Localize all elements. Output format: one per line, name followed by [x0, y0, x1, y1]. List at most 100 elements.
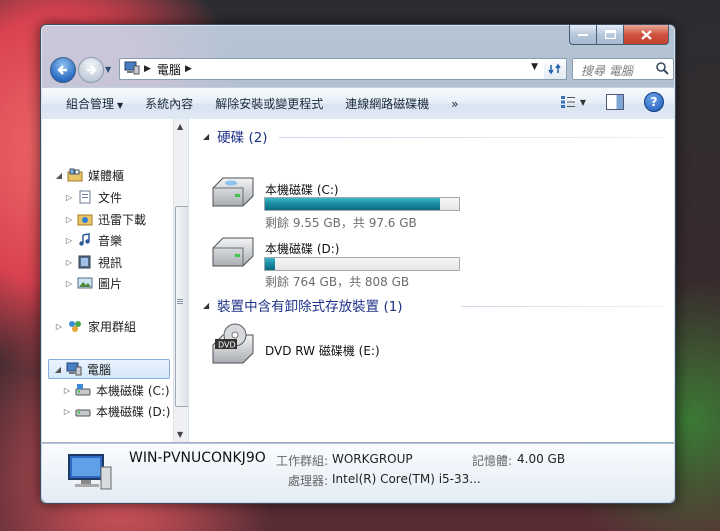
- nav-item-pictures[interactable]: ▷ 圖片: [64, 274, 122, 292]
- drive-c-free-space: 剩餘 9.55 GB，共 97.6 GB: [265, 216, 417, 230]
- minimize-icon: [578, 33, 588, 36]
- breadcrumb-chevron-icon[interactable]: ▶: [144, 64, 151, 74]
- group-header-removable[interactable]: ◢ 裝置中含有卸除式存放裝置 (1): [203, 296, 403, 315]
- maximize-button[interactable]: [597, 25, 624, 45]
- view-options-dropdown[interactable]: ▼: [580, 98, 586, 107]
- organize-label: 組合管理: [66, 97, 115, 111]
- download-folder-icon: [77, 212, 93, 226]
- search-input[interactable]: 搜尋 電腦: [572, 58, 674, 80]
- nav-label: 迅雷下載: [98, 212, 147, 227]
- forward-arrow-icon: [87, 65, 97, 75]
- collapsed-icon[interactable]: ▷: [64, 258, 74, 267]
- homegroup-icon: [67, 319, 83, 333]
- organize-button[interactable]: 組合管理 ▼: [42, 95, 134, 112]
- navigation-pane: ◢ 媒體櫃 ▷ 文件 ▷ 迅雷下載 ▷ 音樂 ▷ 視訊 ▷ 圖片 ▷ 家用群組 …: [42, 119, 189, 442]
- back-button[interactable]: [50, 57, 76, 83]
- nav-item-music[interactable]: ▷ 音樂: [64, 231, 122, 249]
- search-icon[interactable]: [655, 61, 669, 78]
- collapsed-icon[interactable]: ▷: [64, 279, 74, 288]
- pictures-icon: [77, 276, 93, 290]
- computer-icon: [66, 362, 82, 376]
- toolbar-right: ▼ ?: [560, 92, 664, 112]
- more-commands-button[interactable]: »: [440, 97, 469, 111]
- hard-drive-icon: [75, 404, 91, 418]
- collapsed-icon[interactable]: ▷: [54, 322, 64, 331]
- address-history-dropdown[interactable]: ▼: [531, 62, 538, 72]
- scrollbar-thumb[interactable]: [175, 206, 188, 407]
- back-arrow-icon: [57, 65, 67, 75]
- address-bar[interactable]: ▶ 電腦 ▶ ▼: [119, 58, 545, 80]
- collapsed-icon[interactable]: ▷: [64, 215, 74, 224]
- search-placeholder: 搜尋 電腦: [581, 64, 633, 78]
- nav-item-video[interactable]: ▷ 視訊: [64, 253, 122, 271]
- content-pane: ◢ 硬碟 (2) 本機磁碟 (C:) 剩餘 9.55 GB，共 97.6 GB …: [189, 119, 674, 442]
- map-network-drive-button[interactable]: 連線網路磁碟機: [334, 95, 440, 112]
- drive-c-name[interactable]: 本機磁碟 (C:): [265, 181, 339, 198]
- nav-item-documents[interactable]: ▷ 文件: [64, 188, 122, 206]
- breadcrumb-computer[interactable]: 電腦: [157, 61, 181, 78]
- details-pane: WIN-PVNUCONKJ9O 工作群組: WORKGROUP 記憶體: 4.0…: [42, 443, 674, 502]
- processor-label: 處理器:: [288, 474, 329, 488]
- nav-item-drive-c[interactable]: ▷ 本機磁碟 (C:): [62, 381, 170, 399]
- refresh-button[interactable]: [544, 58, 567, 80]
- command-bar: 組合管理 ▼ 系統內容 解除安裝或變更程式 連線網路磁碟機 » ▼ ?: [42, 87, 674, 120]
- nav-item-thunder-downloads[interactable]: ▷ 迅雷下載: [64, 210, 146, 228]
- computer-large-icon: [68, 454, 112, 490]
- collapsed-icon[interactable]: ▷: [64, 193, 74, 202]
- drive-c-icon[interactable]: [209, 174, 257, 213]
- forward-button[interactable]: [78, 57, 104, 83]
- documents-icon: [77, 190, 93, 204]
- music-icon: [77, 233, 93, 247]
- group-header-hard-drives[interactable]: ◢ 硬碟 (2): [203, 127, 268, 146]
- collapse-group-icon[interactable]: ◢: [203, 132, 209, 141]
- nav-item-homegroup[interactable]: ▷ 家用群組: [54, 317, 136, 335]
- dvd-icon-label: DVD: [218, 341, 236, 350]
- workgroup-label: 工作群組:: [276, 454, 329, 468]
- grip-icon: [177, 299, 183, 300]
- drive-d-usage-fill: [265, 258, 276, 270]
- group-title: 裝置中含有卸除式存放裝置 (1): [217, 299, 403, 315]
- drive-d-free-space: 剩餘 764 GB，共 808 GB: [265, 275, 410, 289]
- scroll-up-icon[interactable]: ▲: [177, 122, 183, 131]
- drive-d-name[interactable]: 本機磁碟 (D:): [265, 240, 339, 257]
- system-properties-button[interactable]: 系統內容: [134, 95, 204, 112]
- nav-label: 視訊: [98, 255, 123, 270]
- dvd-drive-icon[interactable]: DVD: [209, 323, 257, 370]
- maximize-icon: [604, 30, 616, 39]
- expanded-icon[interactable]: ◢: [53, 365, 63, 374]
- drive-d-icon[interactable]: [209, 234, 257, 273]
- nav-item-computer[interactable]: ◢ 電腦: [48, 359, 170, 379]
- nav-label: 家用群組: [88, 319, 137, 334]
- breadcrumb-chevron-icon[interactable]: ▶: [185, 64, 192, 74]
- nav-item-libraries[interactable]: ◢ 媒體櫃: [54, 166, 124, 184]
- preview-pane-icon[interactable]: [606, 94, 624, 110]
- computer-name: WIN-PVNUCONKJ9O: [129, 450, 266, 466]
- group-divider: [279, 137, 664, 138]
- collapsed-icon[interactable]: ▷: [62, 386, 72, 395]
- navigation-scrollbar[interactable]: ▲ ▼: [173, 119, 188, 442]
- change-view-icon[interactable]: [560, 95, 576, 109]
- nav-label: 文件: [98, 190, 123, 205]
- collapse-group-icon[interactable]: ◢: [203, 301, 209, 310]
- drive-d-usage-bar: [264, 257, 460, 271]
- memory-label: 記憶體:: [472, 454, 513, 468]
- libraries-icon: [67, 168, 83, 182]
- close-icon: [640, 29, 652, 40]
- expanded-icon[interactable]: ◢: [54, 171, 64, 180]
- group-title: 硬碟 (2): [217, 130, 268, 146]
- recent-pages-dropdown[interactable]: ▼: [105, 65, 111, 74]
- nav-label: 電腦: [87, 362, 112, 377]
- collapsed-icon[interactable]: ▷: [62, 407, 72, 416]
- refresh-icon: [548, 63, 561, 75]
- nav-label: 圖片: [98, 276, 123, 291]
- close-button[interactable]: [624, 25, 669, 45]
- scroll-down-icon[interactable]: ▼: [177, 430, 183, 439]
- uninstall-program-button[interactable]: 解除安裝或變更程式: [204, 95, 334, 112]
- minimize-button[interactable]: [569, 25, 597, 45]
- address-row: ▼ ▶ 電腦 ▶ ▼ 搜尋 電腦: [48, 56, 674, 83]
- nav-item-drive-d[interactable]: ▷ 本機磁碟 (D:): [62, 402, 171, 420]
- system-drive-icon: [75, 383, 91, 397]
- help-icon[interactable]: ?: [644, 92, 664, 112]
- collapsed-icon[interactable]: ▷: [64, 236, 74, 245]
- dvd-drive-name[interactable]: DVD RW 磁碟機 (E:): [265, 342, 380, 359]
